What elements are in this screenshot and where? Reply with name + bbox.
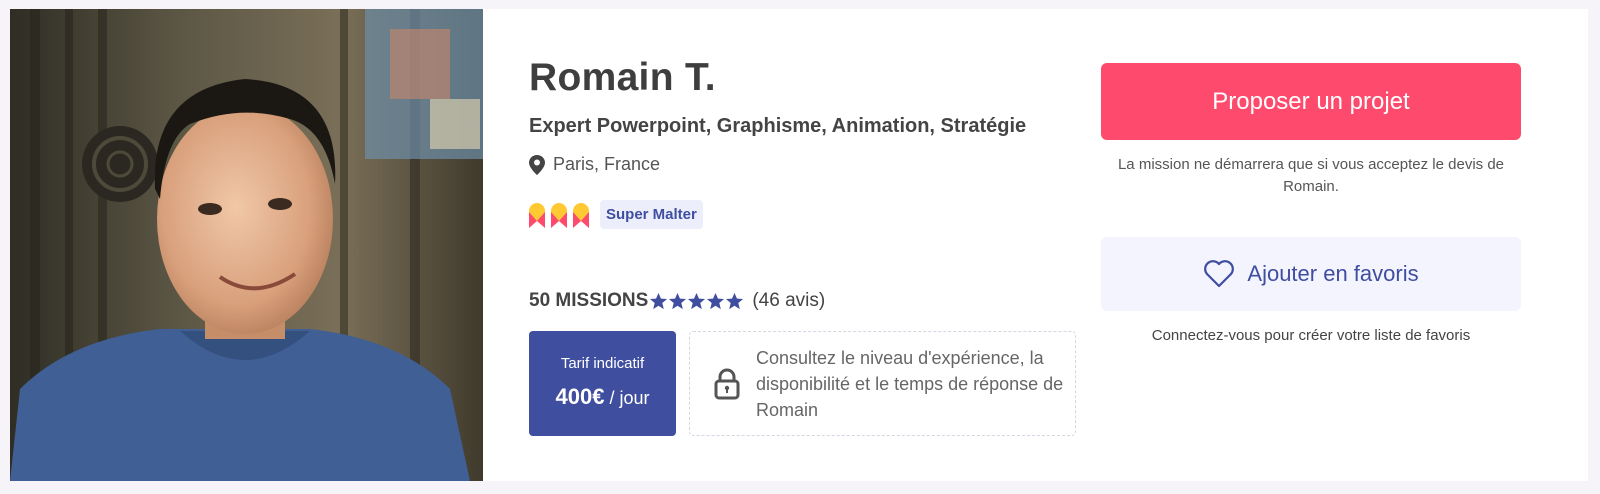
rate-amount: 400€ xyxy=(555,384,605,409)
super-malter-tag: Super Malter xyxy=(600,200,703,229)
profile-headline: Expert Powerpoint, Graphisme, Animation,… xyxy=(529,115,1027,137)
rate-unit: / jour xyxy=(604,388,650,408)
star-icon xyxy=(650,292,668,309)
star-icon xyxy=(707,292,725,309)
favorite-note: Connectez-vous pour créer votre liste de… xyxy=(1151,327,1471,344)
missions-rating-row: 50 MISSIONS (46 avis) xyxy=(529,290,825,312)
add-favorite-label: Ajouter en favoris xyxy=(1247,261,1419,286)
star-icon xyxy=(688,292,706,309)
star-icon xyxy=(726,292,744,309)
missions-count: 50 MISSIONS xyxy=(529,290,649,311)
profile-name: Romain T. xyxy=(529,56,716,99)
map-pin-icon xyxy=(529,154,545,175)
rating-stars xyxy=(649,292,744,311)
propose-project-button[interactable]: Proposer un projet xyxy=(1101,63,1521,140)
reviews-count[interactable]: (46 avis) xyxy=(752,290,825,312)
rate-label: Tarif indicatif xyxy=(560,355,645,372)
freelancer-profile-card: Romain T. Expert Powerpoint, Graphisme, … xyxy=(10,9,1588,481)
heart-icon xyxy=(1204,260,1235,288)
super-malter-badge-icon xyxy=(551,202,567,228)
locked-info-text: Consultez le niveau d'expérience, la dis… xyxy=(756,347,1064,420)
super-malter-badges: Super Malter xyxy=(528,200,703,229)
super-malter-badge-icon xyxy=(529,202,545,228)
lock-icon xyxy=(714,368,740,399)
super-malter-badge-icon xyxy=(573,202,589,228)
profile-photo xyxy=(10,9,483,481)
location-label: Paris, France xyxy=(553,154,661,174)
locked-info-box: Consultez le niveau d'expérience, la dis… xyxy=(689,331,1076,436)
profile-location: Paris, France xyxy=(529,154,660,175)
rate-value: 400€ / jour xyxy=(529,384,676,410)
add-favorite-button[interactable]: Ajouter en favoris xyxy=(1101,237,1521,311)
propose-project-note: La mission ne démarrera que si vous acce… xyxy=(1117,156,1505,195)
rate-box: Tarif indicatif 400€ / jour xyxy=(529,331,676,436)
star-icon xyxy=(669,292,687,309)
